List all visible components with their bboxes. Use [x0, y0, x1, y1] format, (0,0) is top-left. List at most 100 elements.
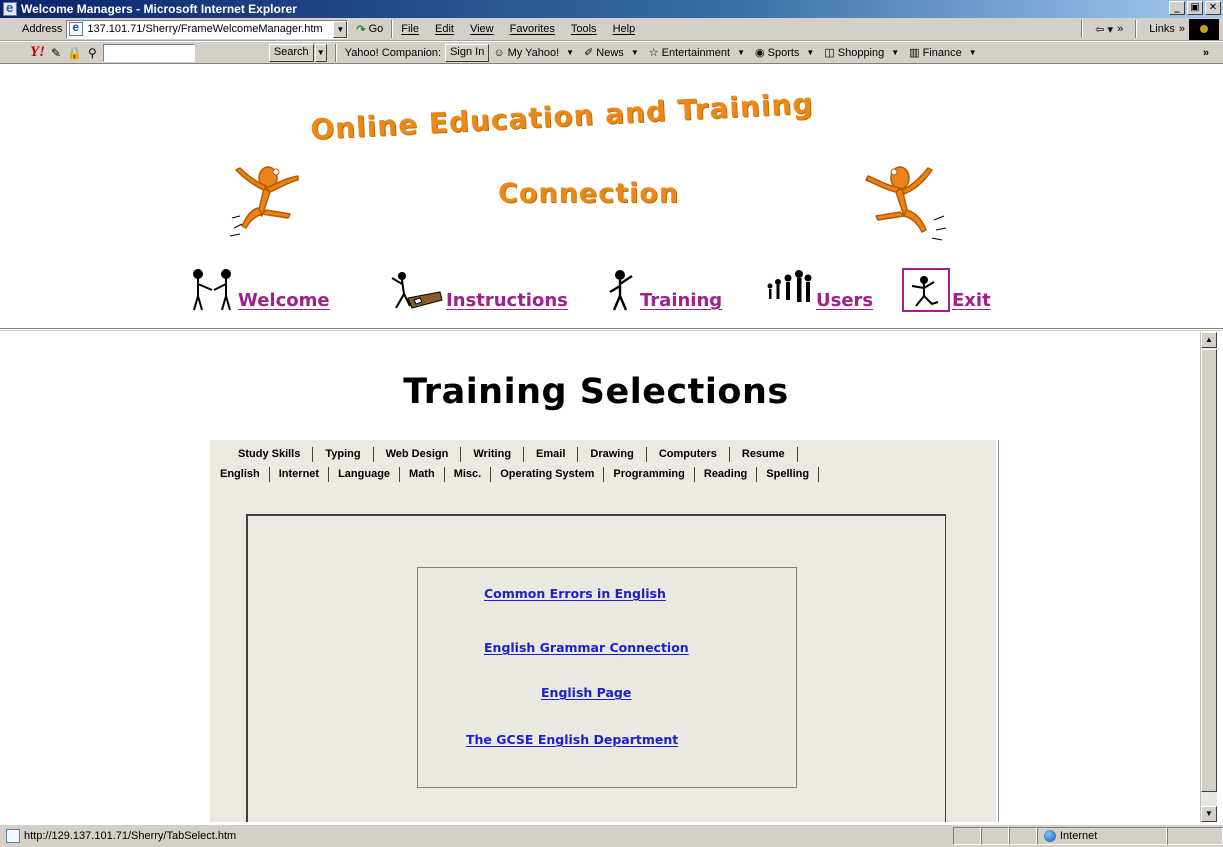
links-label[interactable]: Links — [1149, 23, 1175, 35]
address-field[interactable]: 137.101.71/Sherry/FrameWelcomeManager.ht… — [66, 19, 349, 39]
tab-writing[interactable]: Writing — [461, 447, 525, 462]
toolbar-more-chevron-icon[interactable]: » — [1203, 47, 1209, 59]
tab-english[interactable]: English — [220, 467, 270, 482]
minimize-button[interactable]: _ — [1169, 1, 1185, 15]
address-dropdown-arrow-icon[interactable]: ▼ — [333, 20, 348, 38]
yahoo-logo-icon[interactable]: Y! — [30, 44, 45, 61]
star-icon: ☆ — [648, 47, 659, 59]
tab-study-skills[interactable]: Study Skills — [226, 447, 314, 462]
nav-item-welcome[interactable]: Welcome — [190, 268, 330, 312]
menu-list: File Edit View Favorites Tools Help — [401, 23, 635, 35]
dancing-figure-right-icon — [865, 166, 947, 241]
globe-icon — [1044, 830, 1056, 842]
tab-resume[interactable]: Resume — [730, 447, 798, 462]
back-arrow-icon[interactable]: ⇦ ▾ — [1095, 23, 1113, 36]
nav-item-training[interactable]: Training — [604, 268, 722, 312]
menu-help[interactable]: Help — [613, 23, 636, 35]
yahoo-search-input[interactable] — [102, 43, 195, 62]
window-controls: _ ▣ ✕ — [1169, 1, 1221, 15]
sign-in-button[interactable]: Sign In — [445, 43, 490, 62]
frame-divider[interactable] — [0, 328, 1223, 329]
tab-misc[interactable]: Misc. — [445, 467, 492, 482]
tab-operating-system[interactable]: Operating System — [491, 467, 605, 482]
go-arrow-icon: ↷ — [356, 23, 366, 36]
dropdown-arrow-icon: ▼ — [630, 48, 639, 57]
scroll-down-arrow-icon[interactable]: ▼ — [1201, 806, 1217, 822]
link-label: Shopping — [837, 46, 885, 59]
address-value: 137.101.71/Sherry/FrameWelcomeManager.ht… — [87, 23, 323, 35]
shopping-bag-icon: ◫ — [824, 47, 835, 59]
trainer-figure-icon — [609, 270, 633, 311]
companion-label: Yahoo! Companion: — [344, 46, 442, 59]
tab-spelling[interactable]: Spelling — [757, 467, 820, 482]
finance-chart-icon: ▥ — [909, 47, 920, 59]
yahoo-link-shopping[interactable]: ◫ Shopping ▼ — [824, 46, 900, 60]
tab-computers[interactable]: Computers — [647, 447, 730, 462]
menu-edit[interactable]: Edit — [435, 23, 454, 35]
link-label: Finance — [922, 46, 962, 59]
chevron-more-icon[interactable]: » — [1179, 23, 1185, 35]
tab-math[interactable]: Math — [400, 467, 445, 482]
pencil-icon[interactable]: ✎ — [51, 46, 61, 60]
yahoo-link-news[interactable]: ✐ News ▼ — [584, 46, 639, 60]
main-nav: Welcome Instructions Training Users Exit — [190, 268, 1010, 324]
page-status-icon — [6, 829, 20, 843]
search-magnifier-icon: ⚲ — [88, 45, 97, 60]
yahoo-search-button[interactable]: Search — [268, 43, 314, 62]
page-title: Training Selections — [403, 372, 789, 412]
window-title-bar: Welcome Managers - Microsoft Internet Ex… — [0, 0, 1223, 18]
link-english-page[interactable]: English Page — [541, 685, 631, 700]
link-label: Entertainment — [661, 46, 731, 59]
status-bar: http://129.137.101.71/Sherry/TabSelect.h… — [0, 824, 1223, 847]
nav-label: Exit — [952, 290, 991, 311]
yahoo-link-entertainment[interactable]: ☆ Entertainment ▼ — [648, 46, 745, 60]
status-cell — [953, 827, 981, 845]
nav-label: Users — [816, 290, 874, 311]
menu-tools[interactable]: Tools — [571, 23, 597, 35]
tab-internet[interactable]: Internet — [270, 467, 330, 482]
dropdown-arrow-icon: ▼ — [968, 48, 977, 57]
zone-label: Internet — [1060, 830, 1098, 842]
tab-email[interactable]: Email — [524, 447, 579, 462]
yahoo-link-sports[interactable]: ◉ Sports ▼ — [755, 46, 815, 60]
link-grammar-connection[interactable]: English Grammar Connection — [484, 640, 689, 655]
lock-icon[interactable]: 🔒 — [67, 46, 82, 60]
tab-drawing[interactable]: Drawing — [578, 447, 647, 462]
go-button[interactable]: ↷ Go — [356, 23, 383, 36]
menu-favorites[interactable]: Favorites — [510, 23, 555, 35]
nav-item-exit[interactable]: Exit — [902, 268, 991, 312]
dropdown-arrow-icon: ▼ — [806, 48, 815, 57]
tab-typing[interactable]: Typing — [313, 447, 374, 462]
tab-web-design[interactable]: Web Design — [374, 447, 462, 462]
yahoo-toolbar: Y! ✎ 🔒 ⚲ Search ▼ Yahoo! Companion: Sign… — [0, 42, 1223, 64]
group-people-icon — [767, 270, 812, 302]
dropdown-arrow-icon: ▼ — [891, 48, 900, 57]
tab-reading[interactable]: Reading — [695, 467, 758, 482]
menu-file[interactable]: File — [401, 23, 419, 35]
yahoo-link-finance[interactable]: ▥ Finance ▼ — [909, 46, 977, 60]
maximize-button[interactable]: ▣ — [1187, 1, 1203, 15]
tab-language[interactable]: Language — [329, 467, 401, 482]
yahoo-link-my-yahoo[interactable]: ☺ My Yahoo! ▼ — [493, 47, 574, 59]
frame-divider-highlight — [0, 330, 1223, 331]
nav-label: Training — [640, 290, 723, 311]
panel-right-edge — [998, 440, 999, 822]
tab-row-2: English Internet Language Math Misc. Ope… — [210, 467, 996, 482]
nav-item-instructions[interactable]: Instructions — [388, 268, 568, 312]
chevron-more-icon[interactable]: » — [1117, 23, 1123, 35]
exit-door-figure-icon — [902, 268, 950, 312]
menu-view[interactable]: View — [470, 23, 494, 35]
tab-programming[interactable]: Programming — [604, 467, 695, 482]
search-dropdown-arrow-icon[interactable]: ▼ — [314, 43, 327, 62]
vertical-scrollbar[interactable]: ▲ ▼ — [1200, 332, 1217, 822]
nav-label: Instructions — [446, 290, 568, 311]
scroll-up-arrow-icon[interactable]: ▲ — [1201, 332, 1217, 348]
toolbar-separator — [1081, 20, 1084, 38]
nav-item-users[interactable]: Users — [764, 268, 873, 312]
ie-icon — [3, 0, 17, 16]
close-button[interactable]: ✕ — [1205, 1, 1221, 15]
scroll-thumb[interactable] — [1201, 349, 1217, 792]
link-gcse-english[interactable]: The GCSE English Department — [466, 732, 678, 747]
status-cell — [1167, 827, 1223, 845]
link-common-errors[interactable]: Common Errors in English — [484, 586, 666, 601]
